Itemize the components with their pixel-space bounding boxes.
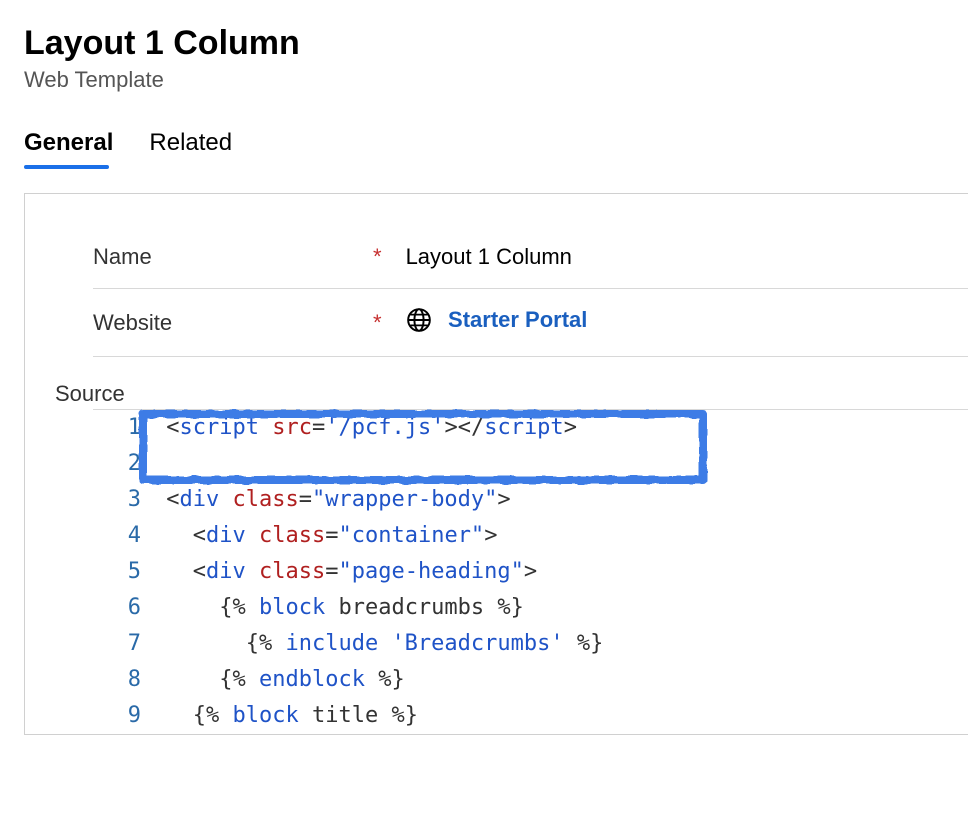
- code-text[interactable]: <div class="page-heading">: [153, 554, 968, 590]
- line-number: 4: [93, 518, 153, 554]
- line-number: 6: [93, 590, 153, 626]
- line-number: 9: [93, 698, 153, 734]
- code-text[interactable]: <div class="container">: [153, 518, 968, 554]
- website-link[interactable]: Starter Portal: [448, 307, 587, 332]
- code-text[interactable]: {% block breadcrumbs %}: [153, 590, 968, 626]
- line-number: 7: [93, 626, 153, 662]
- code-line[interactable]: 8 {% endblock %}: [93, 662, 968, 698]
- code-line[interactable]: 4 <div class="container">: [93, 518, 968, 554]
- website-row: Website * Starter Portal: [93, 289, 968, 357]
- form-panel: Name * Layout 1 Column Website * Starter…: [24, 193, 968, 735]
- code-line[interactable]: 6 {% block breadcrumbs %}: [93, 590, 968, 626]
- line-number: 8: [93, 662, 153, 698]
- source-label: Source: [55, 381, 968, 407]
- page-subtitle: Web Template: [24, 67, 968, 93]
- source-code-editor[interactable]: 1 <script src='/pcf.js'></script>23 <div…: [93, 409, 968, 734]
- code-text[interactable]: {% block title %}: [153, 698, 968, 734]
- code-text[interactable]: {% endblock %}: [153, 662, 968, 698]
- tab-related[interactable]: Related: [149, 129, 232, 165]
- line-number: 1: [93, 410, 153, 446]
- globe-icon: [406, 307, 432, 338]
- name-field[interactable]: Layout 1 Column: [406, 244, 572, 270]
- website-field[interactable]: Starter Portal: [406, 307, 588, 338]
- line-number: 2: [93, 446, 153, 482]
- tab-bar: General Related: [24, 129, 968, 165]
- code-line[interactable]: 7 {% include 'Breadcrumbs' %}: [93, 626, 968, 662]
- code-text[interactable]: <script src='/pcf.js'></script>: [153, 410, 968, 446]
- name-label: Name: [93, 244, 373, 270]
- code-line[interactable]: 1 <script src='/pcf.js'></script>: [93, 410, 968, 446]
- code-line[interactable]: 5 <div class="page-heading">: [93, 554, 968, 590]
- page-title: Layout 1 Column: [24, 24, 968, 63]
- code-line[interactable]: 9 {% block title %}: [93, 698, 968, 734]
- line-number: 3: [93, 482, 153, 518]
- tab-general[interactable]: General: [24, 129, 113, 165]
- line-number: 5: [93, 554, 153, 590]
- code-text[interactable]: <div class="wrapper-body">: [153, 482, 968, 518]
- required-mark: *: [373, 310, 382, 336]
- required-mark: *: [373, 244, 382, 270]
- code-text[interactable]: [153, 446, 968, 482]
- code-line[interactable]: 2: [93, 446, 968, 482]
- code-text[interactable]: {% include 'Breadcrumbs' %}: [153, 626, 968, 662]
- website-label: Website: [93, 310, 373, 336]
- code-line[interactable]: 3 <div class="wrapper-body">: [93, 482, 968, 518]
- name-row: Name * Layout 1 Column: [93, 226, 968, 289]
